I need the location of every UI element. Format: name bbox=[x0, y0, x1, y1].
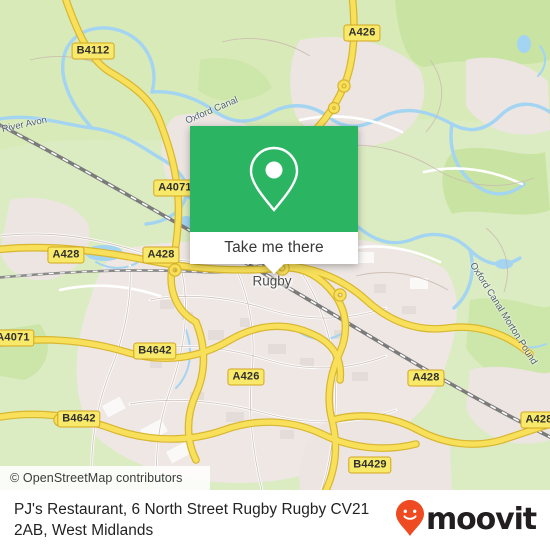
popup-image-area bbox=[190, 126, 358, 232]
road-shield-b4642-southwest: B4642 bbox=[57, 410, 101, 428]
osm-attribution-text: © OpenStreetMap contributors bbox=[10, 471, 183, 485]
osm-attribution[interactable]: © OpenStreetMap contributors bbox=[0, 466, 210, 490]
moovit-smiley-pin-icon bbox=[395, 499, 425, 542]
location-popup-card[interactable]: Take me there bbox=[190, 126, 358, 274]
road-shield-b4429: B4429 bbox=[348, 456, 392, 474]
take-me-there-label: Take me there bbox=[224, 239, 324, 256]
moovit-wordmark: moovit bbox=[425, 502, 537, 537]
road-shield-a426-south: A426 bbox=[227, 368, 265, 386]
road-shield-a4071-west: A4071 bbox=[0, 329, 35, 347]
road-shield-a428-west2: A428 bbox=[142, 246, 180, 264]
map-canvas[interactable]: River Avon Oxford Canal Oxford Canal Mor… bbox=[0, 0, 550, 490]
road-shield-a428-east: A428 bbox=[407, 369, 445, 387]
location-title: PJ's Restaurant, 6 North Street Rugby Ru… bbox=[14, 501, 370, 539]
take-me-there-button[interactable]: Take me there bbox=[190, 232, 358, 264]
map-pin-icon bbox=[246, 144, 302, 214]
map-screenshot: River Avon Oxford Canal Oxford Canal Mor… bbox=[0, 0, 550, 550]
road-shield-a428-west: A428 bbox=[47, 246, 85, 264]
road-shield-b4642-mid: B4642 bbox=[133, 342, 177, 360]
road-shield-a426-north: A426 bbox=[343, 24, 381, 42]
road-shield-a428-far-east: A428 bbox=[520, 411, 550, 429]
footer-bar: PJ's Restaurant, 6 North Street Rugby Ru… bbox=[0, 490, 550, 550]
place-label-rugby: Rugby bbox=[252, 273, 292, 289]
moovit-brand[interactable]: moovit bbox=[395, 499, 537, 542]
popup-tail-pointer bbox=[263, 263, 285, 274]
road-shield-b4112: B4112 bbox=[71, 42, 115, 60]
